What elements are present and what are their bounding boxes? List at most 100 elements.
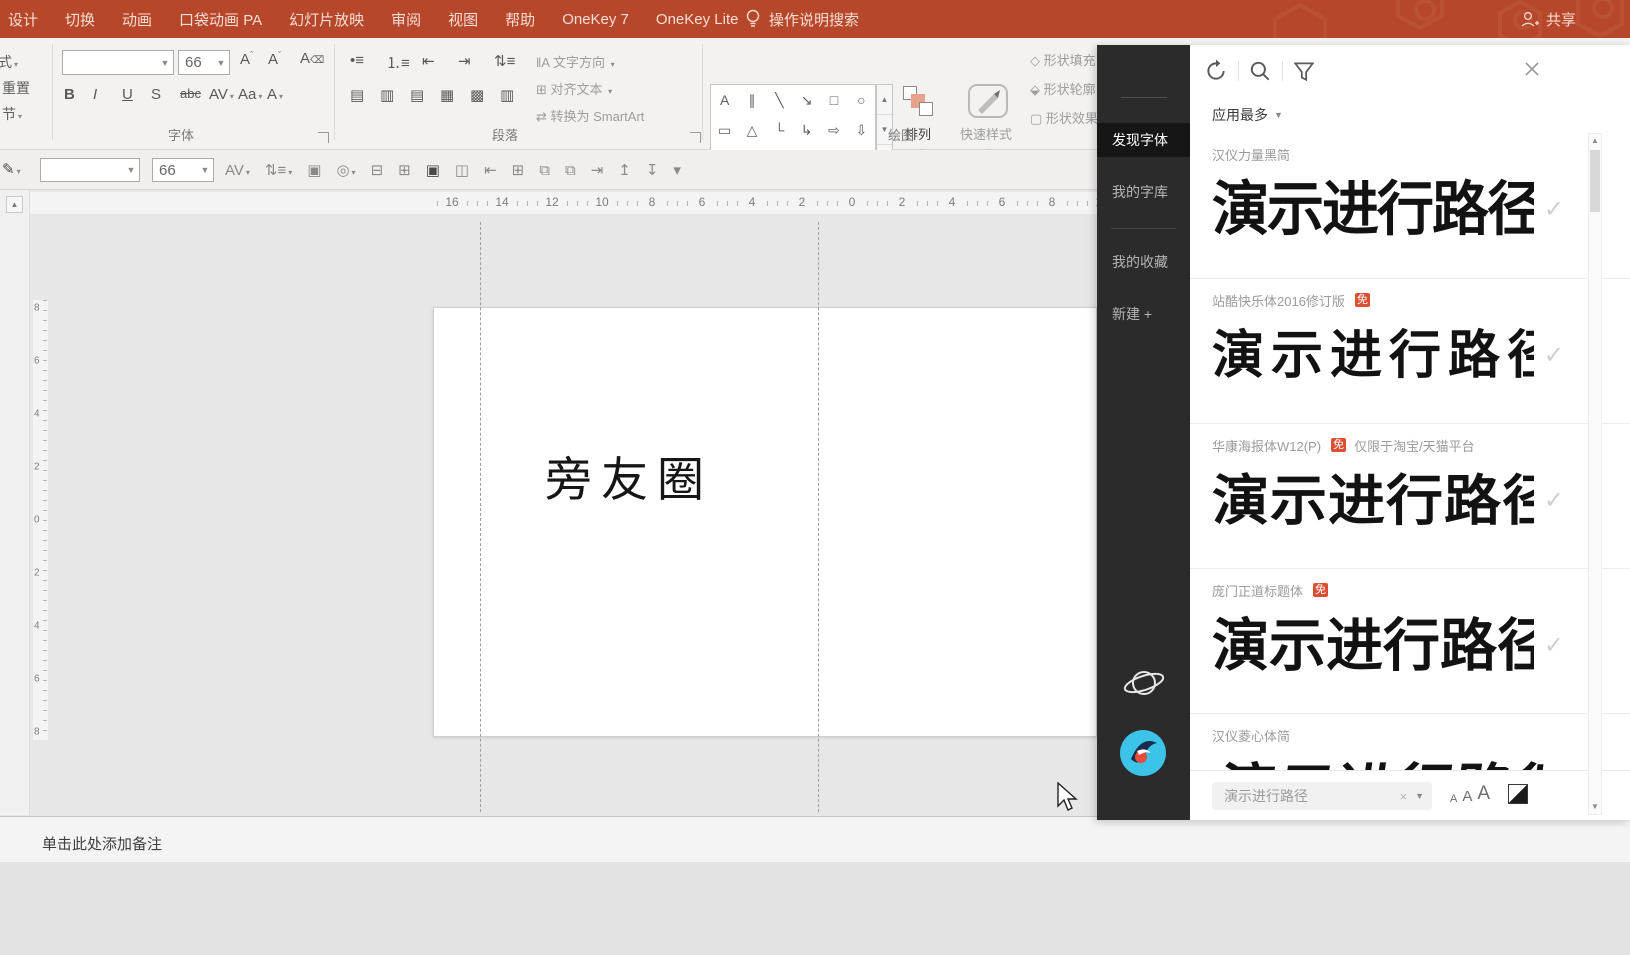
panel-scrollbar[interactable]: ▲ ▼ xyxy=(1588,133,1602,815)
preview-size-control[interactable]: A A A xyxy=(1450,783,1490,805)
sort-dropdown[interactable]: 应用最多 ▼ xyxy=(1212,105,1283,125)
change-case-button[interactable]: Aa▾ xyxy=(238,86,262,103)
font-preview[interactable]: 演示进行路径 xyxy=(1212,319,1534,397)
menu-tab[interactable]: 动画 xyxy=(122,9,152,30)
refresh-icon[interactable] xyxy=(1204,59,1228,83)
shadow-button[interactable]: S xyxy=(151,86,161,103)
scroll-up-icon[interactable]: ▲ xyxy=(1589,134,1601,148)
font-list-item[interactable]: 站酷快乐体2016修订版 免 演示进行路径 ✓ xyxy=(1190,278,1630,423)
planet-icon[interactable] xyxy=(1121,663,1167,703)
paragraph-tool-icon[interactable]: •≡ xyxy=(350,52,364,69)
line-spacing-icon[interactable]: ⇅≡▾ xyxy=(265,161,292,179)
send-back-icon[interactable]: ⧉ xyxy=(539,162,550,179)
slide-title-text[interactable]: 旁友圈 xyxy=(545,441,713,510)
align-top-arrow-icon[interactable]: ↥ xyxy=(618,161,631,179)
distribute-h-icon[interactable]: ◫ xyxy=(455,161,469,179)
toolbar-size-combo[interactable]: 66▼ xyxy=(152,158,214,182)
menu-tab[interactable]: OneKey Lite xyxy=(656,11,739,28)
paragraph-tool-icon[interactable]: ⒈≡ xyxy=(386,52,410,73)
scroll-up-button[interactable]: ▲ xyxy=(6,196,23,213)
sidebar-item[interactable]: 发现字体 xyxy=(1097,123,1190,157)
alignment-icon[interactable]: ▥ xyxy=(500,86,514,104)
placeholder-guide-right[interactable] xyxy=(818,222,819,812)
shape-icon[interactable]: A xyxy=(711,85,738,115)
fit-screen-icon[interactable]: ▣ xyxy=(426,161,440,179)
sidebar-item[interactable]: 我的字库 xyxy=(1097,175,1190,209)
scrollbar-thumb[interactable] xyxy=(1590,150,1600,212)
font-preview[interactable]: 演示进行路径 xyxy=(1212,609,1534,687)
align-middle-icon[interactable]: ⊞ xyxy=(512,161,525,179)
close-icon[interactable] xyxy=(1522,59,1542,79)
bold-button[interactable]: B xyxy=(64,86,75,103)
alignment-icon[interactable]: ▤ xyxy=(410,86,424,104)
shape-effects-button[interactable]: ▢ 形状效果 xyxy=(1030,108,1097,127)
hellofont-logo[interactable] xyxy=(1117,727,1169,779)
format-painter-icon[interactable]: ✎▾ xyxy=(2,160,21,178)
text-direction-button[interactable]: ‖A 文字方向 ▾ xyxy=(536,52,615,71)
font-dialog-launcher-icon[interactable] xyxy=(318,132,329,143)
font-list-item[interactable]: 汉仪力量黑简 演示进行路径 ✓ xyxy=(1190,133,1630,278)
shape-icon[interactable]: ▭ xyxy=(711,115,738,145)
placeholder-guide-left[interactable] xyxy=(480,222,481,812)
font-preview[interactable]: 演示进行路径 xyxy=(1212,466,1534,541)
align-text-button[interactable]: ⊞ 对齐文本 ▾ xyxy=(536,79,612,98)
textbox-icon[interactable]: ▣ xyxy=(307,161,321,179)
chevron-down-icon[interactable]: ▼ xyxy=(123,165,139,175)
sidebar-item[interactable]: 我的收藏 xyxy=(1097,245,1190,279)
shape-icon[interactable]: ↘ xyxy=(793,85,820,115)
font-list-item[interactable]: 庞门正道标题体 免 演示进行路径 ✓ xyxy=(1190,568,1630,713)
align-center-icon[interactable]: ⊞ xyxy=(398,161,411,179)
menu-tab[interactable]: 帮助 xyxy=(505,9,535,30)
paragraph-tool-icon[interactable]: ⇤ xyxy=(422,52,435,70)
more-dropdown[interactable]: ▾ xyxy=(673,161,681,179)
sample-text-input[interactable]: 演示进行路径 × ▼ xyxy=(1212,782,1432,810)
size-small[interactable]: A xyxy=(1450,793,1457,805)
shape-icon[interactable]: □ xyxy=(820,85,847,115)
chevron-down-icon[interactable]: ▼ xyxy=(213,58,229,68)
section-button[interactable]: 节▾ xyxy=(2,104,50,124)
filter-icon[interactable] xyxy=(1292,59,1316,83)
font-color-button[interactable]: A▾ xyxy=(267,86,283,103)
clear-icon[interactable]: × xyxy=(1399,789,1407,804)
scroll-down-icon[interactable]: ▼ xyxy=(1589,800,1601,814)
chevron-down-icon[interactable]: ▼ xyxy=(157,58,173,68)
size-large[interactable]: A xyxy=(1477,783,1490,805)
align-bottom-arrow-icon[interactable]: ↧ xyxy=(646,161,659,179)
tell-me-search[interactable]: 操作说明搜索 xyxy=(745,0,859,38)
menu-tab[interactable]: 设计 xyxy=(8,9,38,30)
alignment-icon[interactable]: ▩ xyxy=(470,86,484,104)
size-medium[interactable]: A xyxy=(1462,788,1472,805)
menu-tab[interactable]: 幻灯片放映 xyxy=(289,9,364,30)
shape-outline-button[interactable]: ⬙ 形状轮廓 xyxy=(1030,79,1097,98)
shape-icon[interactable]: ↳ xyxy=(793,115,820,145)
italic-button[interactable]: I xyxy=(93,86,97,103)
shrink-font-button[interactable]: Aˇ xyxy=(268,50,281,68)
alignment-icon[interactable]: ▤ xyxy=(350,86,364,104)
alignment-icon[interactable]: ▥ xyxy=(380,86,394,104)
smartart-button[interactable]: ⇄ 转换为 SmartArt xyxy=(536,106,644,125)
align-left-edges-icon[interactable]: ⇤ xyxy=(484,161,497,179)
chevron-down-icon[interactable]: ▼ xyxy=(197,165,213,175)
strikethrough-button[interactable]: abc xyxy=(180,86,201,101)
font-name-combo[interactable]: ▼ xyxy=(62,50,174,75)
grow-font-button[interactable]: Aˆ xyxy=(240,50,253,68)
underline-button[interactable]: U xyxy=(122,86,133,103)
clear-formatting-button[interactable]: A⌫ xyxy=(300,50,324,67)
reset-button[interactable]: 重置 xyxy=(2,78,50,98)
invert-color-toggle[interactable] xyxy=(1508,784,1528,804)
shape-fill-button[interactable]: ◇ 形状填充 xyxy=(1030,50,1097,69)
shape-icon[interactable]: └ xyxy=(766,115,793,145)
font-size-combo[interactable]: 66▼ xyxy=(178,50,230,75)
menu-tab[interactable]: 口袋动画 PA xyxy=(179,9,262,30)
toolbar-font-combo[interactable]: ▼ xyxy=(40,158,140,182)
notes-placeholder[interactable]: 单击此处添加备注 xyxy=(42,833,162,854)
shape-icon[interactable]: ╲ xyxy=(766,85,793,115)
search-icon[interactable] xyxy=(1248,59,1272,83)
shape-icon[interactable]: ⇨ xyxy=(820,115,847,145)
chevron-down-icon[interactable]: ▼ xyxy=(1415,791,1424,801)
font-preview[interactable]: 演示进行路径 xyxy=(1212,171,1534,252)
shape-icon[interactable]: △ xyxy=(738,115,765,145)
merge-shapes-icon[interactable]: ◎▾ xyxy=(336,161,355,179)
menu-tab[interactable]: 视图 xyxy=(448,9,478,30)
notes-pane[interactable]: 单击此处添加备注 xyxy=(0,816,1630,862)
